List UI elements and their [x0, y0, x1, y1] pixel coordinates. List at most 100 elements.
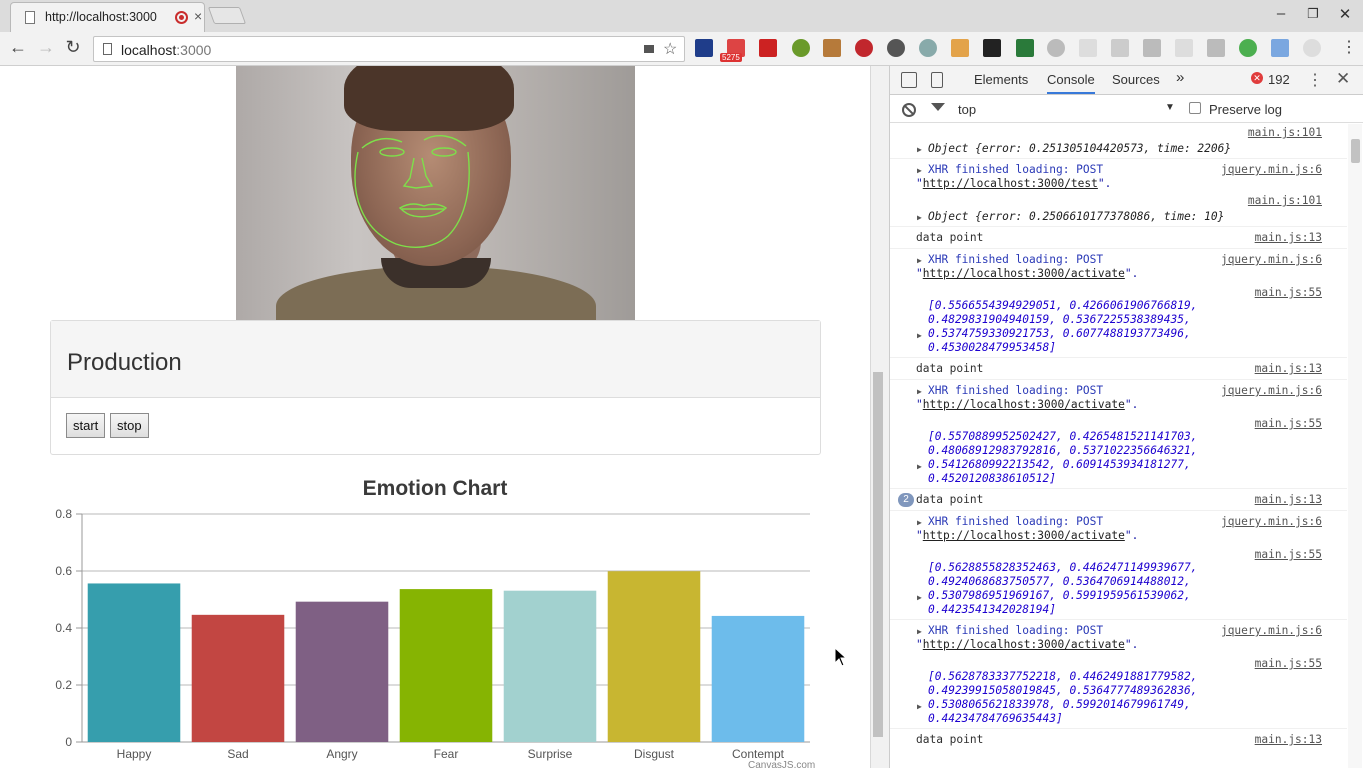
console-message[interactable]: ▶ Object {error: 0.251305104420573, time:… — [890, 141, 1347, 158]
extension-icon[interactable] — [1079, 39, 1097, 57]
expand-arrow-icon[interactable]: ▶ — [917, 143, 922, 157]
expand-arrow-icon[interactable]: ▶ — [917, 254, 922, 268]
source-link[interactable]: main.js:13 — [1255, 231, 1322, 245]
extension-icon[interactable] — [1111, 39, 1129, 57]
tab-sources[interactable]: Sources — [1112, 72, 1160, 87]
source-link[interactable]: main.js:13 — [1255, 733, 1322, 747]
extension-icon[interactable] — [951, 39, 969, 57]
close-window-button[interactable]: ✕ — [1330, 5, 1360, 23]
tab-close-icon[interactable]: × — [194, 8, 202, 24]
preserve-log-checkbox[interactable] — [1189, 102, 1201, 114]
source-link[interactable]: jquery.min.js:6 — [1221, 253, 1322, 267]
source-link[interactable]: main.js:55 — [1255, 417, 1322, 431]
device-toolbar-icon[interactable] — [931, 72, 943, 88]
console-message[interactable]: main.js:13 data point — [890, 357, 1347, 379]
console-array[interactable]: [0.5566554394929051, 0.4266061906766819,… — [928, 299, 1197, 355]
devtools-close-icon[interactable]: ✕ — [1336, 69, 1350, 89]
extension-icon[interactable] — [1016, 39, 1034, 57]
chrome-menu-icon[interactable]: ⋮ — [1341, 37, 1357, 57]
console-message[interactable]: jquery.min.js:6 ▶ XHR finished loading: PO… — [890, 248, 1347, 282]
xhr-url-link[interactable]: "http://localhost:3000/activate". — [916, 638, 1138, 652]
xhr-url-link[interactable]: "http://localhost:3000/test". — [916, 177, 1111, 191]
source-link[interactable]: jquery.min.js:6 — [1221, 624, 1322, 638]
expand-arrow-icon[interactable]: ▶ — [917, 516, 922, 530]
expand-arrow-icon[interactable]: ▶ — [917, 700, 922, 714]
extension-icon[interactable] — [983, 39, 1001, 57]
expand-arrow-icon[interactable]: ▶ — [917, 460, 922, 474]
console-object[interactable]: Object {error: 0.251305104420573, time: … — [928, 142, 1231, 156]
source-link[interactable]: main.js:55 — [1255, 286, 1322, 300]
console-message[interactable]: main.js:13 2 data point — [890, 488, 1347, 510]
browser-tab[interactable]: http://localhost:3000 × — [10, 2, 205, 32]
page-info-icon[interactable] — [103, 43, 112, 55]
chrome-extension-icon[interactable] — [1239, 39, 1257, 57]
console-message[interactable]: jquery.min.js:6 ▶ XHR finished loading: PO… — [890, 510, 1347, 544]
console-message[interactable]: jquery.min.js:6 ▶ XHR finished loading: PO… — [890, 158, 1347, 192]
eye-extension-icon[interactable] — [919, 39, 937, 57]
inspect-element-icon[interactable] — [901, 72, 917, 88]
expand-arrow-icon[interactable]: ▶ — [917, 591, 922, 605]
devtools-menu-icon[interactable]: ⋮ — [1307, 70, 1323, 90]
console-array[interactable]: [0.5570889952502427, 0.4265481521141703,… — [928, 430, 1197, 486]
expand-arrow-icon[interactable]: ▶ — [917, 329, 922, 343]
console-message[interactable]: ▶ Object {error: 0.2506610177378086, time… — [890, 209, 1347, 226]
extension-icon[interactable] — [759, 39, 777, 57]
xhr-url-link[interactable]: "http://localhost:3000/activate". — [916, 398, 1138, 412]
more-tabs-icon[interactable]: » — [1176, 69, 1184, 86]
address-text[interactable]: localhost:3000 — [121, 42, 211, 58]
expand-arrow-icon[interactable]: ▶ — [917, 625, 922, 639]
source-link[interactable]: main.js:101 — [1248, 126, 1322, 140]
source-link[interactable]: jquery.min.js:6 — [1221, 384, 1322, 398]
back-button[interactable]: ← — [7, 36, 29, 58]
source-link[interactable]: main.js:101 — [1248, 194, 1322, 208]
console-message[interactable]: main.js:55 ▶ [0.5628783337752218, 0.446249… — [890, 653, 1347, 728]
console-message[interactable]: main.js:13 data point — [890, 728, 1347, 750]
extension-icon[interactable] — [792, 39, 810, 57]
expand-arrow-icon[interactable]: ▶ — [917, 211, 922, 225]
console-message[interactable]: main.js:101 — [890, 192, 1347, 209]
console-array[interactable]: [0.5628783337752218, 0.4462491881779582,… — [928, 670, 1197, 726]
tab-console[interactable]: Console — [1047, 72, 1095, 94]
adblock-icon[interactable] — [855, 39, 873, 57]
download-icon[interactable] — [1303, 39, 1321, 57]
context-dropdown-icon[interactable]: ▼ — [1165, 102, 1175, 113]
address-bar[interactable]: localhost:3000 ☆ — [93, 36, 685, 62]
extension-icon[interactable] — [695, 39, 713, 57]
source-link[interactable]: main.js:13 — [1255, 493, 1322, 507]
new-tab-button[interactable] — [207, 7, 247, 24]
extension-icon[interactable] — [887, 39, 905, 57]
stop-button[interactable]: stop — [110, 413, 149, 438]
forward-button[interactable]: → — [35, 36, 57, 58]
restore-button[interactable]: ❐ — [1298, 6, 1328, 22]
start-button[interactable]: start — [66, 413, 106, 438]
reload-button[interactable]: ↻ — [62, 36, 84, 58]
extension-icon[interactable] — [1143, 39, 1161, 57]
expand-arrow-icon[interactable]: ▶ — [917, 164, 922, 178]
console-message[interactable]: main.js:101 — [890, 124, 1347, 141]
clear-console-icon[interactable] — [902, 103, 916, 117]
source-link[interactable]: jquery.min.js:6 — [1221, 515, 1322, 529]
console-message[interactable]: main.js:55 ▶ [0.5566554394929051, 0.426606… — [890, 282, 1347, 357]
extension-icon[interactable] — [1047, 39, 1065, 57]
extension-icon[interactable] — [1207, 39, 1225, 57]
extension-icon[interactable] — [1271, 39, 1289, 57]
page-scrollbar[interactable] — [873, 372, 883, 737]
console-message[interactable]: main.js:55 ▶ [0.5570889952502427, 0.426548… — [890, 413, 1347, 488]
console-array[interactable]: [0.5628855828352463, 0.4462471149939677,… — [928, 561, 1197, 617]
console-message[interactable]: jquery.min.js:6 ▶ XHR finished loading: PO… — [890, 619, 1347, 653]
source-link[interactable]: main.js:55 — [1255, 657, 1322, 671]
source-link[interactable]: main.js:13 — [1255, 362, 1322, 376]
minimize-button[interactable]: – — [1266, 5, 1296, 22]
console-message[interactable]: main.js:13 data point — [890, 226, 1347, 248]
error-count[interactable]: 192 — [1268, 72, 1290, 87]
filter-icon[interactable] — [931, 103, 945, 111]
console-message[interactable]: main.js:55 ▶ [0.5628855828352463, 0.446247… — [890, 544, 1347, 619]
console-scroll-thumb[interactable] — [1351, 139, 1360, 163]
context-selector[interactable]: top — [958, 102, 976, 117]
expand-arrow-icon[interactable]: ▶ — [917, 385, 922, 399]
camera-icon[interactable] — [644, 45, 654, 53]
xhr-url-link[interactable]: "http://localhost:3000/activate". — [916, 529, 1138, 543]
extension-icon[interactable] — [1175, 39, 1193, 57]
error-icon[interactable]: ✕ — [1251, 72, 1263, 84]
bookmark-star-icon[interactable]: ☆ — [663, 39, 677, 59]
